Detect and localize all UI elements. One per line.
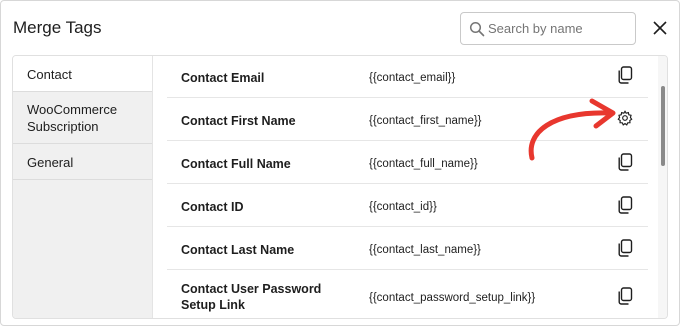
merge-tag-name: Contact ID [181,200,244,214]
copy-icon[interactable] [617,239,633,257]
copy-icon[interactable] [617,153,633,171]
merge-tag-row: Contact Email {{contact_email}} [167,56,648,98]
merge-tag-name: Contact First Name [181,114,296,128]
close-icon[interactable] [651,19,669,37]
merge-tag-row: Contact Full Name {{contact_full_name}} [167,141,648,184]
copy-icon[interactable] [617,66,633,84]
merge-tag-code: {{contact_email}} [369,72,456,84]
merge-tag-name: Contact Email [181,71,265,85]
sidebar-item-general[interactable]: General [13,144,152,180]
modal-title: Merge Tags [13,18,102,37]
merge-tag-code: {{contact_last_name}} [369,244,481,256]
merge-tag-code: {{contact_full_name}} [369,158,478,170]
sidebar-item-woocommerce-subscription[interactable]: WooCommerce Subscription [13,92,152,144]
merge-tag-name: Contact Full Name [181,157,291,171]
gear-icon[interactable] [617,109,633,127]
sidebar-item-label: WooCommerce Subscription [27,102,118,134]
search-box[interactable] [460,12,636,45]
merge-tag-row: Contact Last Name {{contact_last_name}} [167,227,648,270]
merge-tags-panel: Contact WooCommerce Subscription General… [12,55,668,319]
sidebar-item-label: Contact [27,67,72,82]
sidebar-item-contact[interactable]: Contact [13,56,152,92]
search-icon [469,21,485,37]
merge-tags-modal: Merge Tags Contact WooCommerce Subscript… [0,0,680,326]
merge-tag-code: {{contact_password_setup_link}} [369,292,536,304]
search-input[interactable] [488,13,633,44]
merge-tag-list: Contact Email {{contact_email}} Contact … [153,56,653,318]
category-sidebar: Contact WooCommerce Subscription General [13,56,153,318]
merge-tag-code: {{contact_first_name}} [369,115,482,127]
copy-icon[interactable] [617,196,633,214]
copy-icon[interactable] [617,287,633,305]
sidebar-item-label: General [27,155,74,170]
list-scrollbar[interactable] [658,56,667,318]
merge-tag-name: Contact User Password Setup Link [181,282,322,312]
merge-tag-name: Contact Last Name [181,243,295,257]
merge-tag-row: Contact First Name {{contact_first_name}… [167,98,648,141]
merge-tag-code: {{contact_id}} [369,201,437,213]
scrollbar-thumb[interactable] [661,86,665,166]
merge-tag-row: Contact User Password Setup Link {{conta… [167,270,648,318]
merge-tag-row: Contact ID {{contact_id}} [167,184,648,227]
